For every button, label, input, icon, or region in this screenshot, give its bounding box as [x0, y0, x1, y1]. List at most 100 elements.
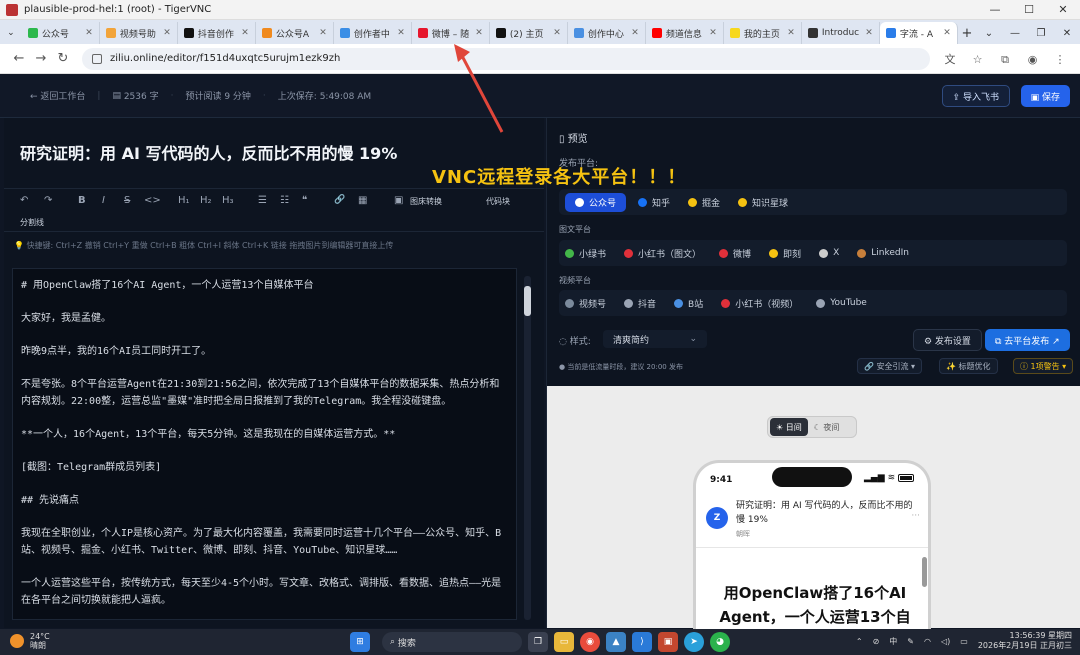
tab-5[interactable]: 微博 – 随 ✕: [412, 22, 490, 44]
tab-close-icon[interactable]: ✕: [238, 28, 249, 38]
tab-2[interactable]: 抖音创作 ✕: [178, 22, 256, 44]
reload-icon[interactable]: ↻: [52, 51, 74, 66]
ime-indicator[interactable]: 中: [889, 636, 897, 647]
tab-close-icon[interactable]: ✕: [628, 28, 639, 38]
tab-close-icon[interactable]: ✕: [862, 28, 873, 38]
vscode-icon[interactable]: ⟩: [632, 632, 652, 652]
divider-button[interactable]: 分割线: [20, 217, 44, 228]
window-minimize-icon[interactable]: —: [1002, 28, 1028, 39]
window-restore-icon[interactable]: ❐: [1028, 28, 1054, 39]
heading2-icon[interactable]: H₂: [200, 195, 212, 206]
tab-8[interactable]: 频道信息 ✕: [646, 22, 724, 44]
long-platform-0[interactable]: 公众号: [565, 192, 627, 212]
system-clock[interactable]: 13:56:39 星期四 2026年2月19日 正月初三: [978, 631, 1072, 651]
maximize-button[interactable]: ☐: [1012, 3, 1046, 16]
long-platform-1[interactable]: 知乎: [638, 196, 670, 209]
tab-list-button[interactable]: ⌄: [0, 22, 22, 44]
document-title[interactable]: 研究证明：用 AI 写代码的人，反而比不用的慢 19%: [20, 140, 397, 164]
heading1-icon[interactable]: H₁: [178, 195, 190, 206]
window-close-icon[interactable]: ✕: [1054, 28, 1080, 39]
chrome-icon[interactable]: ◉: [580, 632, 600, 652]
bullet-list-icon[interactable]: ☰: [258, 195, 267, 206]
editor-scrollbar[interactable]: [524, 276, 531, 620]
save-button[interactable]: ▣ 保存: [1020, 85, 1070, 107]
undo-icon[interactable]: ↶: [20, 195, 28, 206]
tab-6[interactable]: (2) 主页 ✕: [490, 22, 568, 44]
image-host-convert-button[interactable]: 图床转换: [410, 196, 442, 207]
editor-scrollbar-thumb[interactable]: [524, 286, 531, 316]
table-icon[interactable]: ▦: [358, 195, 367, 206]
bookmark-star-icon[interactable]: ☆: [966, 53, 990, 66]
telegram-icon[interactable]: ➤: [684, 632, 704, 652]
tab-10[interactable]: Introduc ✕: [802, 22, 880, 44]
safe-traffic-button[interactable]: 🔗 安全引流 ▾: [857, 358, 923, 374]
tab-7[interactable]: 创作中心 ✕: [568, 22, 646, 44]
video-platform-4[interactable]: YouTube: [816, 298, 867, 308]
task-view-icon[interactable]: ❐: [528, 632, 548, 652]
site-info-icon[interactable]: [92, 53, 102, 64]
wechat-icon[interactable]: ◕: [710, 632, 730, 652]
night-mode-button[interactable]: ☾ 夜间: [808, 418, 846, 436]
tab-close-icon[interactable]: ✕: [706, 28, 717, 38]
battery-tray-icon[interactable]: ▭: [960, 637, 968, 646]
extensions-icon[interactable]: ⧉: [993, 53, 1017, 67]
title-optimize-button[interactable]: ✨ 标题优化: [939, 358, 998, 374]
image-text-platform-0[interactable]: 小绿书: [565, 247, 606, 260]
tab-close-icon[interactable]: ✕: [160, 28, 171, 38]
video-platform-3[interactable]: 小红书（视频）: [721, 297, 798, 310]
import-feishu-button[interactable]: ⇪ 导入飞书: [941, 85, 1010, 107]
image-icon[interactable]: ▣: [394, 195, 403, 206]
tigervnc-icon[interactable]: ▣: [658, 632, 678, 652]
ime-tool-icon[interactable]: ✎: [907, 637, 914, 646]
ordered-list-icon[interactable]: ☷: [280, 195, 289, 206]
long-platform-2[interactable]: 掘金: [688, 196, 720, 209]
style-select[interactable]: 清爽简约 ⌄: [603, 330, 707, 348]
tab-11[interactable]: 字流 - A ✕: [879, 22, 958, 44]
redo-icon[interactable]: ↷: [44, 195, 52, 206]
forward-icon[interactable]: →: [30, 51, 52, 66]
publish-settings-button[interactable]: ⚙ 发布设置: [913, 329, 982, 351]
code-block-button[interactable]: 代码块: [486, 196, 510, 207]
heading3-icon[interactable]: H₃: [222, 195, 234, 206]
file-explorer-icon[interactable]: ▭: [554, 632, 574, 652]
tab-close-icon[interactable]: ✕: [472, 28, 483, 38]
tab-menu-icon[interactable]: ⌄: [976, 28, 1002, 39]
new-tab-button[interactable]: +: [958, 22, 976, 44]
tab-4[interactable]: 创作者中 ✕: [334, 22, 412, 44]
go-publish-button[interactable]: ⧉ 去平台发布 ↗: [985, 329, 1070, 351]
link-icon[interactable]: 🔗: [334, 195, 345, 205]
tray-expand-icon[interactable]: ⌃: [856, 637, 863, 646]
tab-close-icon[interactable]: ✕: [316, 28, 327, 38]
weather-widget[interactable]: 24°C 晴朗: [10, 632, 50, 650]
image-text-platform-1[interactable]: 小红书（图文）: [624, 247, 701, 260]
back-to-workspace-link[interactable]: ← 返回工作台: [30, 89, 85, 102]
quote-icon[interactable]: ❝: [302, 195, 307, 206]
inline-code-icon[interactable]: <>: [144, 195, 161, 206]
tray-app-icon[interactable]: ⊘: [873, 637, 880, 646]
strikethrough-icon[interactable]: S: [124, 195, 130, 206]
tab-close-icon[interactable]: ✕: [940, 28, 951, 38]
bold-icon[interactable]: B: [78, 195, 86, 206]
back-icon[interactable]: ←: [8, 51, 30, 66]
volume-icon[interactable]: ◁): [941, 637, 950, 646]
day-mode-button[interactable]: ☀ 日间: [770, 418, 808, 436]
profile-icon[interactable]: ◉: [1021, 53, 1045, 66]
tab-1[interactable]: 视频号助 ✕: [100, 22, 178, 44]
italic-icon[interactable]: I: [102, 195, 105, 206]
url-field[interactable]: ziliu.online/editor/f151d4uxqtc5urujm1ez…: [82, 47, 930, 70]
tab-close-icon[interactable]: ✕: [784, 28, 795, 38]
image-text-platform-2[interactable]: 微博: [719, 247, 751, 260]
tab-3[interactable]: 公众号A ✕: [256, 22, 334, 44]
tab-9[interactable]: 我的主页 ✕: [724, 22, 802, 44]
photos-icon[interactable]: ▲: [606, 632, 626, 652]
tab-close-icon[interactable]: ✕: [82, 28, 93, 38]
video-platform-1[interactable]: 抖音: [624, 297, 656, 310]
start-windows-icon[interactable]: ⊞: [350, 632, 370, 652]
tab-close-icon[interactable]: ✕: [550, 28, 561, 38]
wifi-icon[interactable]: ◠: [924, 637, 931, 646]
tab-close-icon[interactable]: ✕: [394, 28, 405, 38]
warning-button[interactable]: ⓘ 1项警告 ▾: [1013, 358, 1074, 374]
long-platform-3[interactable]: 知识星球: [738, 196, 788, 209]
image-text-platform-4[interactable]: X: [819, 248, 839, 258]
minimize-button[interactable]: —: [978, 3, 1012, 16]
